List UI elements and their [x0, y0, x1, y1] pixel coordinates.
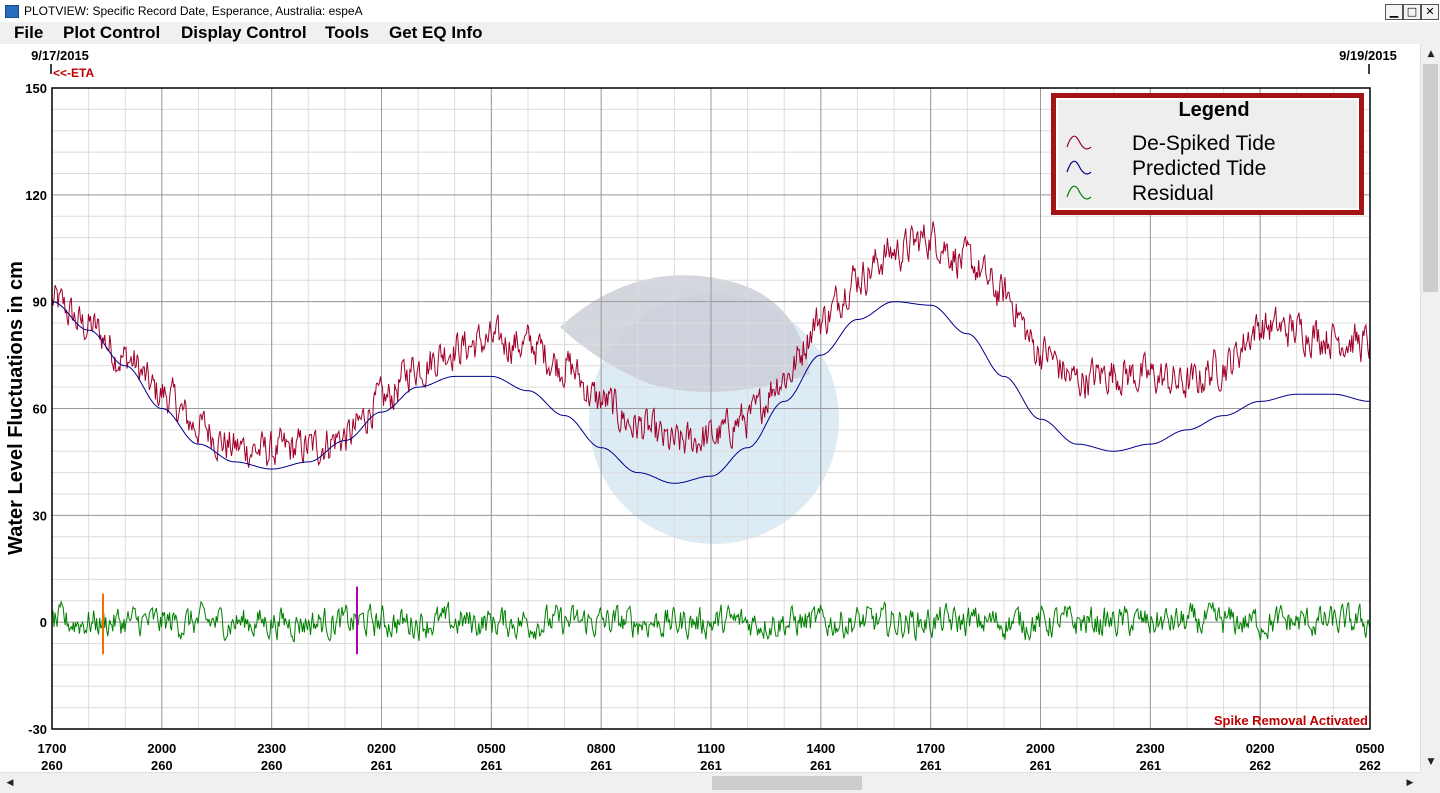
x-tick-time-label: 0500: [1356, 741, 1385, 756]
y-tick-label: 30: [33, 508, 47, 523]
x-tick-time-label: 2300: [257, 741, 286, 756]
vertical-scroll-thumb[interactable]: [1423, 64, 1438, 292]
x-tick-day-label: 261: [590, 758, 612, 772]
start-date-label: 9/17/2015: [31, 48, 89, 63]
x-tick-day-label: 261: [920, 758, 942, 772]
eta-label: <<-ETA: [53, 66, 94, 80]
scroll-up-arrow-icon[interactable]: ▲: [1423, 46, 1439, 62]
menu-get-eq-info[interactable]: Get EQ Info: [389, 23, 483, 43]
x-tick-time-label: 1700: [916, 741, 945, 756]
legend-title: Legend: [1178, 99, 1249, 121]
x-tick-day-label: 261: [1139, 758, 1161, 772]
x-tick-day-label: 260: [41, 758, 63, 772]
menu-display-control[interactable]: Display Control: [181, 23, 307, 43]
y-tick-label: 120: [25, 188, 47, 203]
x-tick-day-label: 260: [261, 758, 283, 772]
x-tick-time-label: 0200: [1246, 741, 1275, 756]
legend-entry-label: De-Spiked Tide: [1132, 132, 1276, 155]
event-markers: [102, 586, 358, 655]
x-tick-time-label: 0500: [477, 741, 506, 756]
scroll-right-arrow-icon[interactable]: ▶: [1402, 775, 1418, 791]
vertical-scrollbar[interactable]: ▲ ▼: [1420, 44, 1440, 772]
noaa-watermark: [560, 275, 839, 544]
legend-entry-label: Predicted Tide: [1132, 157, 1266, 180]
x-tick-time-label: 0200: [367, 741, 396, 756]
x-tick-day-label: 262: [1249, 758, 1271, 772]
x-tick-time-label: 2000: [1026, 741, 1055, 756]
window-title: PLOTVIEW: Specific Record Date, Esperanc…: [24, 4, 363, 18]
app-icon: [5, 5, 19, 18]
y-tick-label: 0: [40, 615, 47, 630]
menu-tools[interactable]: Tools: [325, 23, 369, 43]
x-tick-day-label: 261: [371, 758, 393, 772]
horizontal-scroll-thumb[interactable]: [712, 776, 862, 790]
x-tick-time-label: 0800: [587, 741, 616, 756]
x-tick-day-label: 260: [151, 758, 173, 772]
end-date-label: 9/19/2015: [1339, 48, 1397, 63]
x-tick-day-label: 262: [1359, 758, 1381, 772]
y-tick-label: 60: [33, 402, 47, 417]
y-tick-label: -30: [28, 722, 47, 737]
scroll-left-arrow-icon[interactable]: ◀: [2, 775, 18, 791]
y-axis-ticks: -30 0 30 60 90 120 150: [25, 81, 47, 737]
menu-bar: File Plot Control Display Control Tools …: [0, 22, 1440, 44]
horizontal-scrollbar[interactable]: ◀ ▶: [0, 772, 1440, 793]
spike-removal-status: Spike Removal Activated: [1214, 713, 1368, 728]
menu-plot-control[interactable]: Plot Control: [63, 23, 160, 43]
close-button[interactable]: ✕: [1421, 4, 1439, 20]
tide-chart: -30 0 30 60 90 120 150 1700 260 2000 260 2300 260 02…: [5, 48, 1397, 772]
x-tick-time-label: 2300: [1136, 741, 1165, 756]
minimize-button[interactable]: ▁: [1385, 4, 1403, 20]
plot-panel: -30 0 30 60 90 120 150 1700 260 2000 260 2300 260 02…: [0, 44, 1420, 772]
x-axis-ticks: 1700 260 2000 260 2300 260 0200 261 0500 261 0800 2…: [38, 741, 1385, 772]
menu-file[interactable]: File: [14, 23, 43, 43]
x-tick-day-label: 261: [1030, 758, 1052, 772]
maximize-button[interactable]: □: [1403, 4, 1421, 20]
y-tick-label: 90: [33, 295, 47, 310]
scroll-corner: [1420, 772, 1440, 792]
y-axis-label: Water Level Fluctuations in cm: [5, 261, 27, 555]
title-bar: PLOTVIEW: Specific Record Date, Esperanc…: [0, 0, 1440, 23]
x-tick-day-label: 261: [810, 758, 832, 772]
x-tick-day-label: 261: [700, 758, 722, 772]
x-tick-time-label: 1400: [806, 741, 835, 756]
scroll-down-arrow-icon[interactable]: ▼: [1423, 754, 1439, 770]
legend-entry-label: Residual: [1132, 182, 1214, 205]
x-tick-time-label: 1100: [697, 741, 725, 756]
x-tick-day-label: 261: [480, 758, 502, 772]
x-tick-time-label: 2000: [147, 741, 176, 756]
x-tick-time-label: 1700: [38, 741, 67, 756]
legend[interactable]: Legend De-Spiked TidePredicted TideResidu…: [1051, 93, 1364, 215]
y-tick-label: 150: [25, 81, 47, 96]
